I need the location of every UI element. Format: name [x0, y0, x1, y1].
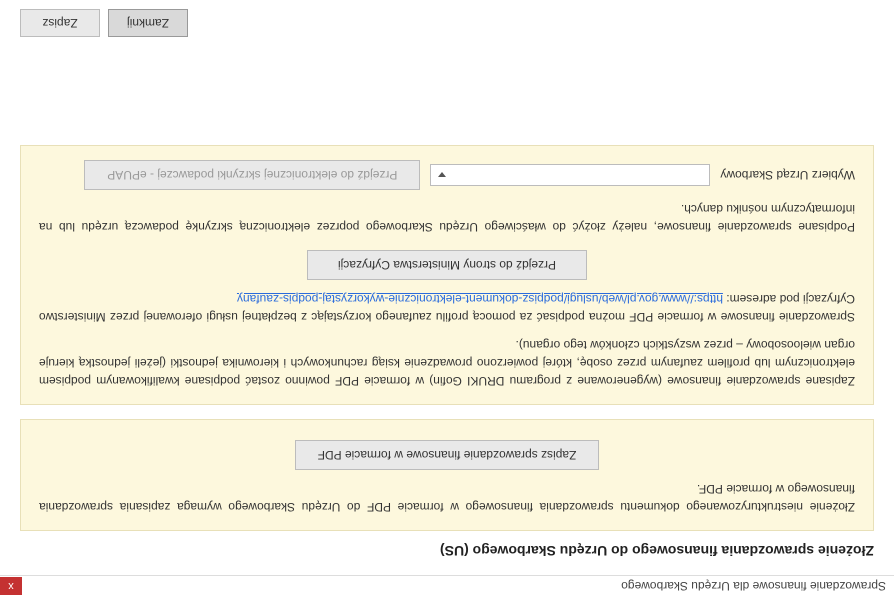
titlebar: Sprawozdanie finansowe dla Urzędu Skarbo…: [0, 575, 894, 597]
panel2-para1: Zapisane sprawozdanie finansowe (wygener…: [39, 336, 855, 390]
panel2-para3: Podpisane sprawozdanie finansowe, należy…: [39, 200, 855, 236]
chevron-down-icon: [435, 168, 449, 182]
panel1-text: Złożenie niestrukturyzowanego dokumentu …: [39, 480, 855, 516]
panel-sign-submit: Zapisane sprawozdanie finansowe (wygener…: [20, 145, 874, 405]
close-icon: x: [8, 581, 14, 593]
epuap-button[interactable]: Przejdź do elektronicznej skrzynki podaw…: [84, 160, 420, 190]
panel-save-pdf: Złożenie niestrukturyzowanego dokumentu …: [20, 419, 874, 531]
select-row: Wybierz Urząd Skarbowy Przejdź do elektr…: [39, 160, 855, 190]
ministry-button[interactable]: Przejdź do strony Ministerstwa Cyfryzacj…: [307, 250, 587, 280]
select-label: Wybierz Urząd Skarbowy: [720, 166, 855, 184]
save-footer-button[interactable]: Zapisz: [20, 9, 100, 37]
page-heading: Złożenie sprawozdania finansowego do Urz…: [20, 543, 874, 559]
close-button[interactable]: x: [0, 578, 22, 596]
panel2-button-row: Przejdź do strony Ministerstwa Cyfryzacj…: [39, 250, 855, 280]
gov-link[interactable]: https://www.gov.pl/web/uslugi/podpisz-do…: [237, 292, 723, 306]
content-area: Złożenie sprawozdania finansowego do Urz…: [0, 121, 894, 575]
footer-buttons: Zamknij Zapisz: [20, 9, 188, 37]
panel2-para2: Sprawozdanie finansowe w formacie PDF mo…: [39, 290, 855, 326]
tax-office-select[interactable]: [430, 164, 710, 186]
window-title: Sprawozdanie finansowe dla Urzędu Skarbo…: [621, 580, 886, 594]
save-pdf-button[interactable]: Zapisz sprawozdanie finansowe w formacie…: [295, 440, 600, 470]
panel1-button-row: Zapisz sprawozdanie finansowe w formacie…: [39, 440, 855, 470]
close-footer-button[interactable]: Zamknij: [108, 9, 188, 37]
